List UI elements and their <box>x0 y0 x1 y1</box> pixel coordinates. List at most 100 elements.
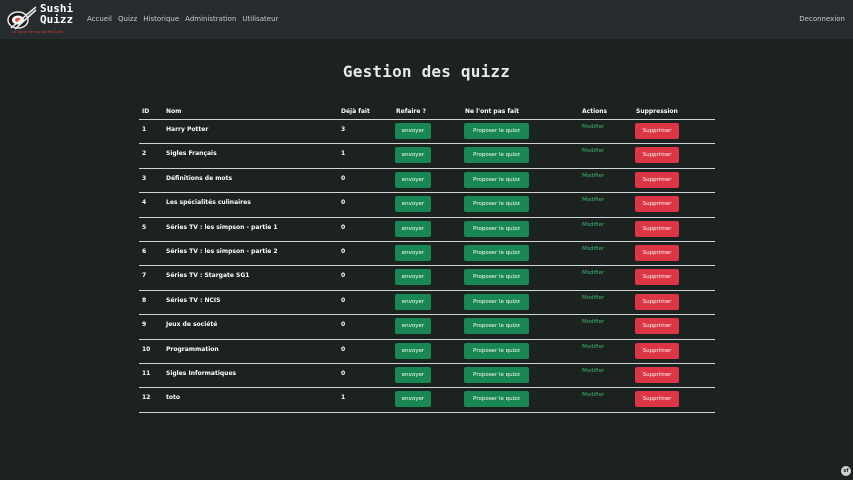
nav-link-quizz[interactable]: Quizz <box>118 15 137 23</box>
propose-quiz-button[interactable]: Proposer le quizz <box>464 293 529 310</box>
brand-name-line2: Quizz <box>40 13 74 26</box>
propose-quiz-button[interactable]: Proposer le quizz <box>464 147 529 164</box>
delete-button[interactable]: Supprimer <box>635 366 679 383</box>
table-row: 1 Harry Potter 3 envoyer Proposer le quizz Mo… <box>139 120 715 145</box>
row-name: Les spécialités culinaires <box>166 199 251 207</box>
header-not-done: Ne l'ont pas fait <box>465 108 520 115</box>
row-done-count: 0 <box>341 345 346 353</box>
table-row: 11 Sigles Informatiques 0 envoyer Proposer l… <box>139 364 715 389</box>
propose-quiz-button[interactable]: Proposer le quizz <box>464 220 529 237</box>
send-button[interactable]: envoyer <box>395 269 431 286</box>
delete-button[interactable]: Supprimer <box>635 220 679 237</box>
send-button[interactable]: envoyer <box>395 342 431 359</box>
row-id: 4 <box>142 199 147 207</box>
modify-link[interactable]: Modifier <box>582 344 604 350</box>
send-button[interactable]: envoyer <box>395 244 431 261</box>
send-button[interactable]: envoyer <box>395 366 431 383</box>
modify-link[interactable]: Modifier <box>582 368 604 374</box>
modify-link[interactable]: Modifier <box>582 295 604 301</box>
send-button[interactable]: envoyer <box>395 123 431 139</box>
row-id: 1 <box>142 126 147 133</box>
send-button[interactable]: envoyer <box>395 171 431 188</box>
table-row: 10 Programmation 0 envoyer Proposer le quizz… <box>139 340 715 364</box>
row-done-count: 0 <box>341 296 346 304</box>
header-id: ID <box>142 108 150 115</box>
delete-button[interactable]: Supprimer <box>635 123 679 139</box>
send-button[interactable]: envoyer <box>395 318 431 335</box>
modify-link[interactable]: Modifier <box>582 173 604 179</box>
nav-link-utilisateur[interactable]: Utilisateur <box>242 15 278 23</box>
modify-link[interactable]: Modifier <box>582 124 604 130</box>
header-done: Déjà fait <box>341 108 370 115</box>
row-done-count: 1 <box>341 394 346 402</box>
table-body: 1 Harry Potter 3 envoyer Proposer le quizz Mo… <box>139 120 715 413</box>
nav-link-administration[interactable]: Administration <box>185 15 236 23</box>
nav-link-historique[interactable]: Historique <box>143 15 179 23</box>
propose-quiz-button[interactable]: Proposer le quizz <box>464 196 529 213</box>
row-name: Séries TV : Stargate SG1 <box>166 272 250 280</box>
propose-quiz-button[interactable]: Proposer le quizz <box>464 342 529 359</box>
table-row: 4 Les spécialités culinaires 0 envoyer Propo… <box>139 193 715 218</box>
table-row: 7 Séries TV : Stargate SG1 0 envoyer Propose… <box>139 266 715 291</box>
brand-tagline: Le Quizz de vos soirée Sushi <box>12 30 64 34</box>
modify-link[interactable]: Modifier <box>582 148 604 154</box>
propose-quiz-button[interactable]: Proposer le quizz <box>464 391 529 408</box>
send-button[interactable]: envoyer <box>395 147 431 164</box>
send-button[interactable]: envoyer <box>395 391 431 408</box>
header-actions: Actions <box>582 108 608 115</box>
send-button[interactable]: envoyer <box>395 220 431 237</box>
row-name: Sigles Français <box>166 150 217 158</box>
delete-button[interactable]: Supprimer <box>635 196 679 213</box>
row-done-count: 0 <box>341 199 346 207</box>
row-name: Séries TV : NCIS <box>166 296 221 304</box>
header-delete: Suppression <box>636 108 678 115</box>
row-id: 12 <box>142 394 151 402</box>
propose-quiz-button[interactable]: Proposer le quizz <box>464 269 529 286</box>
row-done-count: 0 <box>341 223 346 231</box>
table-row: 5 Séries TV : les simpson - partie 1 0 envo… <box>139 218 715 242</box>
modify-link[interactable]: Modifier <box>582 270 604 276</box>
row-id: 6 <box>142 247 147 255</box>
delete-button[interactable]: Supprimer <box>635 391 679 408</box>
propose-quiz-button[interactable]: Proposer le quizz <box>464 171 529 188</box>
delete-button[interactable]: Supprimer <box>635 147 679 164</box>
delete-button[interactable]: Supprimer <box>635 318 679 335</box>
row-name: Sigles Informatiques <box>166 369 237 377</box>
row-name: Séries TV : les simpson - partie 2 <box>166 247 278 255</box>
send-button[interactable]: envoyer <box>395 196 431 213</box>
logout-link[interactable]: Deconnexion <box>799 15 845 23</box>
row-done-count: 0 <box>341 174 346 182</box>
delete-button[interactable]: Supprimer <box>635 269 679 286</box>
row-id: 5 <box>142 223 147 231</box>
row-name: Séries TV : les simpson - partie 1 <box>166 223 278 231</box>
row-id: 11 <box>142 369 151 377</box>
send-button[interactable]: envoyer <box>395 293 431 310</box>
delete-button[interactable]: Supprimer <box>635 171 679 188</box>
delete-button[interactable]: Supprimer <box>635 244 679 261</box>
modify-link[interactable]: Modifier <box>582 246 604 252</box>
modify-link[interactable]: Modifier <box>582 392 604 398</box>
row-name: Définitions de mots <box>166 174 233 182</box>
modify-link[interactable]: Modifier <box>582 319 604 325</box>
debug-toolbar-icon[interactable]: sf <box>841 466 851 476</box>
modify-link[interactable]: Modifier <box>582 197 604 203</box>
propose-quiz-button[interactable]: Proposer le quizz <box>464 366 529 383</box>
nav-menu: Accueil Quizz Historique Administration … <box>87 15 284 23</box>
navbar: Sushi Quizz Le Quizz de vos soirée Sushi… <box>0 0 853 39</box>
sushi-logo-icon <box>7 6 37 30</box>
propose-quiz-button[interactable]: Proposer le quizz <box>464 318 529 335</box>
propose-quiz-button[interactable]: Proposer le quizz <box>464 244 529 261</box>
propose-quiz-button[interactable]: Proposer le quizz <box>464 123 529 139</box>
table-row: 9 Jeux de société 0 envoyer Proposer le quiz… <box>139 315 715 340</box>
header-name: Nom <box>166 108 182 115</box>
delete-button[interactable]: Supprimer <box>635 342 679 359</box>
row-id: 2 <box>142 150 147 158</box>
brand-logo[interactable]: Sushi Quizz Le Quizz de vos soirée Sushi <box>7 3 77 36</box>
nav-link-accueil[interactable]: Accueil <box>87 15 112 23</box>
row-id: 9 <box>142 321 147 329</box>
brand-name: Sushi Quizz <box>40 3 74 26</box>
table-row: 2 Sigles Français 1 envoyer Proposer le quiz… <box>139 144 715 169</box>
delete-button[interactable]: Supprimer <box>635 293 679 310</box>
modify-link[interactable]: Modifier <box>582 222 604 228</box>
table-row: 3 Définitions de mots 0 envoyer Proposer le … <box>139 169 715 194</box>
